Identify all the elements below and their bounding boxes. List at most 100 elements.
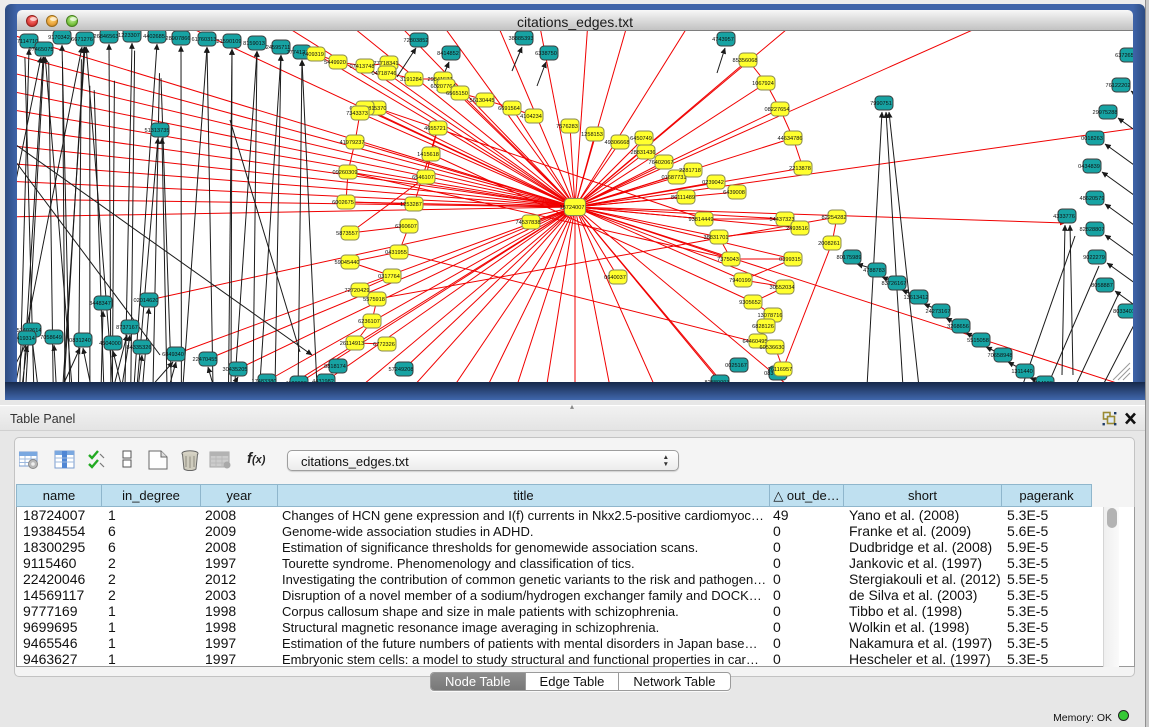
svg-text:0399315: 0399315 <box>779 257 801 263</box>
svg-text:8058887: 8058887 <box>1091 283 1113 289</box>
svg-text:38831701: 38831701 <box>704 235 729 241</box>
svg-text:6828126: 6828126 <box>752 324 774 330</box>
svg-text:1258153: 1258153 <box>581 132 603 138</box>
svg-text:97465075: 97465075 <box>29 47 54 53</box>
svg-text:82254282: 82254282 <box>822 215 847 221</box>
svg-text:84335326: 84335326 <box>127 345 152 351</box>
svg-text:4333776: 4333776 <box>1053 214 1075 220</box>
svg-text:7940199: 7940199 <box>729 278 751 284</box>
svg-text:1311440: 1311440 <box>1011 369 1032 375</box>
svg-text:5575918: 5575918 <box>363 297 385 303</box>
svg-text:24273167: 24273167 <box>926 309 951 315</box>
svg-text:61760313: 61760313 <box>192 37 217 43</box>
svg-text:6002675: 6002675 <box>332 200 354 206</box>
svg-text:38885393: 38885393 <box>509 36 534 42</box>
svg-text:2493516: 2493516 <box>786 226 808 232</box>
svg-text:0025167: 0025167 <box>725 363 747 369</box>
svg-text:7576283: 7576283 <box>556 124 578 130</box>
svg-text:7343373: 7343373 <box>346 111 368 117</box>
svg-text:08227654: 08227654 <box>765 107 790 113</box>
svg-text:13078716: 13078716 <box>758 313 783 319</box>
svg-text:44634786: 44634786 <box>778 136 803 142</box>
svg-text:93814449: 93814449 <box>689 217 714 223</box>
svg-text:5873557: 5873557 <box>336 231 358 237</box>
svg-text:6450749: 6450749 <box>630 136 652 142</box>
svg-text:29975288: 29975288 <box>1093 110 1118 116</box>
svg-text:8737167: 8737167 <box>116 325 138 331</box>
svg-text:01687731: 01687731 <box>662 175 687 181</box>
svg-text:26846563: 26846563 <box>94 34 119 40</box>
svg-text:8818174: 8818174 <box>324 364 346 370</box>
svg-text:21590109: 21590109 <box>217 39 242 45</box>
svg-text:82889093: 82889093 <box>705 380 730 382</box>
svg-text:80175989: 80175989 <box>837 255 862 261</box>
svg-text:30552034: 30552034 <box>770 285 795 291</box>
svg-text:6849340: 6849340 <box>162 352 184 358</box>
svg-text:41979237: 41979237 <box>340 140 365 146</box>
svg-text:0831240: 0831240 <box>69 338 91 344</box>
svg-text:1067924: 1067924 <box>752 81 774 87</box>
svg-text:6546107: 6546107 <box>412 175 434 181</box>
svg-text:2213878: 2213878 <box>789 166 811 172</box>
svg-text:72803852: 72803852 <box>404 38 429 44</box>
svg-text:4431982: 4431982 <box>312 379 334 382</box>
svg-text:0431955: 0431955 <box>385 250 407 256</box>
svg-text:9022279: 9022279 <box>1083 255 1105 261</box>
svg-text:76402067: 76402067 <box>649 160 674 166</box>
svg-text:85356068: 85356068 <box>733 58 758 64</box>
svg-text:0317764: 0317764 <box>378 274 400 280</box>
svg-text:7409319: 7409319 <box>302 52 324 58</box>
svg-text:4788783: 4788783 <box>863 268 885 274</box>
svg-text:54437323: 54437323 <box>770 217 795 223</box>
svg-text:30435205: 30435205 <box>223 367 248 373</box>
svg-text:26114913: 26114913 <box>340 341 364 347</box>
svg-text:22470455: 22470455 <box>193 357 218 363</box>
svg-text:17483380: 17483380 <box>252 379 277 382</box>
svg-text:1253287: 1253287 <box>400 202 422 208</box>
svg-text:82828807: 82828807 <box>1080 227 1105 233</box>
svg-text:1415618: 1415618 <box>417 152 439 158</box>
svg-text:3448347: 3448347 <box>89 301 111 307</box>
svg-text:5515058: 5515058 <box>967 338 989 344</box>
svg-text:6691564: 6691564 <box>498 106 520 112</box>
svg-text:86111489: 86111489 <box>671 195 695 201</box>
svg-text:59045440: 59045440 <box>335 260 360 266</box>
svg-text:3268656: 3268656 <box>947 324 969 330</box>
svg-text:1223307: 1223307 <box>118 33 140 39</box>
svg-text:3191284: 3191284 <box>400 77 422 83</box>
svg-text:74537838: 74537838 <box>516 220 541 226</box>
svg-text:4402685: 4402685 <box>143 34 165 40</box>
svg-text:6236107: 6236107 <box>358 319 380 325</box>
svg-text:7990751: 7990751 <box>870 101 892 107</box>
svg-text:09260309: 09260309 <box>333 170 358 176</box>
svg-text:51313735: 51313735 <box>145 128 170 134</box>
svg-text:26116957: 26116957 <box>768 367 792 373</box>
svg-text:04718746: 04718746 <box>372 71 397 77</box>
svg-text:8414852: 8414852 <box>437 51 459 57</box>
svg-text:28831436: 28831436 <box>631 150 656 156</box>
svg-text:2281718: 2281718 <box>679 168 701 174</box>
svg-text:6439008: 6439008 <box>723 190 745 196</box>
svg-text:49306668: 49306668 <box>605 140 630 146</box>
svg-text:4264628: 4264628 <box>1031 381 1053 382</box>
svg-text:8159013: 8159013 <box>243 41 265 47</box>
svg-text:76122202: 76122202 <box>1106 83 1131 89</box>
svg-text:5449920: 5449920 <box>324 60 346 66</box>
svg-text:9170342: 9170342 <box>48 35 70 41</box>
svg-text:9305652: 9305652 <box>739 300 761 306</box>
svg-text:4126906: 4126906 <box>285 381 307 382</box>
svg-text:1419314: 1419314 <box>17 336 35 342</box>
svg-text:6338750: 6338750 <box>535 51 557 57</box>
svg-text:6360607: 6360607 <box>395 224 417 230</box>
svg-text:0640037: 0640037 <box>604 275 626 281</box>
svg-text:0239042: 0239042 <box>702 180 724 186</box>
svg-text:8033401: 8033401 <box>1113 309 1133 315</box>
svg-text:4104234: 4104234 <box>520 114 542 120</box>
svg-text:57249208: 57249208 <box>389 367 414 373</box>
svg-text:6565150: 6565150 <box>446 91 468 97</box>
svg-text:83726167: 83726167 <box>882 281 907 287</box>
svg-text:18724007: 18724007 <box>560 205 585 211</box>
svg-text:70658948: 70658948 <box>988 353 1013 359</box>
svg-text:6772326: 6772326 <box>373 342 395 348</box>
svg-text:72720429: 72720429 <box>345 288 370 294</box>
